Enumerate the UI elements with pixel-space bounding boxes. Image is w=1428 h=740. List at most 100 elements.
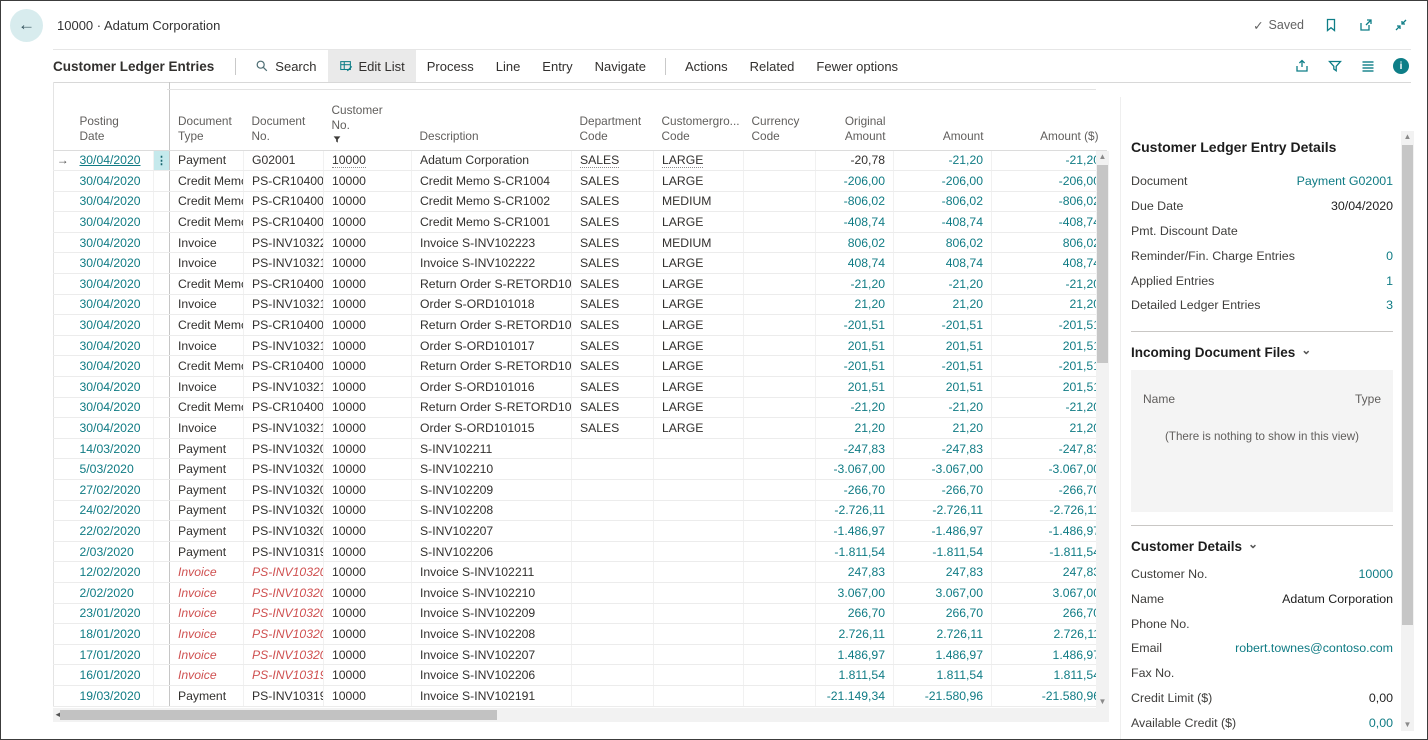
cell-document-no[interactable]: PS-CR104007 — [244, 171, 324, 192]
table-row[interactable]: 30/04/2020InvoicePS-INV10321710000Order … — [54, 335, 1107, 356]
cell-currency-code[interactable] — [744, 397, 816, 418]
cell-document-type[interactable]: Invoice — [170, 582, 244, 603]
cell-posting-date[interactable]: 17/01/2020 — [72, 644, 154, 665]
cell-description[interactable]: S-INV102206 — [412, 541, 572, 562]
cell-amount-usd[interactable]: 201,51 — [992, 335, 1107, 356]
cell-posting-date[interactable]: 18/01/2020 — [72, 624, 154, 645]
cell-posting-date[interactable]: 30/04/2020 — [72, 397, 154, 418]
cell-original-amount[interactable]: -21.149,34 — [816, 685, 894, 706]
cell-customergroup-code[interactable] — [654, 582, 744, 603]
cell-department-code[interactable]: SALES — [572, 397, 654, 418]
cell-original-amount[interactable]: 247,83 — [816, 562, 894, 583]
cell-document-type[interactable]: Payment — [170, 438, 244, 459]
cell-customer-no[interactable]: 10000 — [324, 397, 412, 418]
cell-original-amount[interactable]: 1.811,54 — [816, 665, 894, 686]
cell-department-code[interactable]: SALES — [572, 232, 654, 253]
cell-description[interactable]: Credit Memo S-CR1001 — [412, 212, 572, 233]
table-row[interactable]: 24/02/2020PaymentPS-INV10320110000S-INV1… — [54, 500, 1107, 521]
cell-description[interactable]: Order S-ORD101015 — [412, 418, 572, 439]
cell-customergroup-code[interactable] — [654, 685, 744, 706]
cell-amount-usd[interactable]: 247,83 — [992, 562, 1107, 583]
cell-customergroup-code[interactable]: LARGE — [654, 397, 744, 418]
cell-document-no[interactable]: PS-INV103201 — [244, 500, 324, 521]
table-row[interactable]: 30/04/2020InvoicePS-INV10322010000Invoic… — [54, 232, 1107, 253]
cell-document-no[interactable]: PS-INV103220 — [244, 232, 324, 253]
cell-original-amount[interactable]: -2.726,11 — [816, 500, 894, 521]
cell-department-code[interactable]: SALES — [572, 171, 654, 192]
cell-amount[interactable]: 3.067,00 — [894, 582, 992, 603]
cell-customergroup-code[interactable]: LARGE — [654, 294, 744, 315]
cell-customer-no[interactable]: 10000 — [324, 480, 412, 501]
cell-document-type[interactable]: Invoice — [170, 665, 244, 686]
cell-customergroup-code[interactable]: LARGE — [654, 212, 744, 233]
cell-document-type[interactable]: Credit Memo — [170, 315, 244, 336]
cell-description[interactable]: Invoice S-INV102191 — [412, 685, 572, 706]
cell-description[interactable]: Invoice S-INV102207 — [412, 644, 572, 665]
cell-posting-date[interactable]: 27/02/2020 — [72, 480, 154, 501]
cell-currency-code[interactable] — [744, 315, 816, 336]
cell-department-code[interactable]: SALES — [572, 274, 654, 295]
cell-document-no[interactable]: PS-INV103203 — [244, 459, 324, 480]
column-header-custno[interactable]: Customer No. — [324, 82, 412, 150]
cell-amount[interactable]: -1.486,97 — [894, 521, 992, 542]
cell-amount-usd[interactable]: -2.726,11 — [992, 500, 1107, 521]
cell-department-code[interactable]: SALES — [572, 191, 654, 212]
cell-currency-code[interactable] — [744, 480, 816, 501]
cell-description[interactable]: Order S-ORD101017 — [412, 335, 572, 356]
cell-currency-code[interactable] — [744, 500, 816, 521]
column-header-group[interactable]: Customergro...Code — [654, 82, 744, 150]
column-header-amtusd[interactable]: Amount ($) — [992, 82, 1107, 150]
cell-original-amount[interactable]: 408,74 — [816, 253, 894, 274]
cell-original-amount[interactable]: 201,51 — [816, 335, 894, 356]
cell-amount[interactable]: 2.726,11 — [894, 624, 992, 645]
cell-customer-no[interactable]: 10000 — [324, 191, 412, 212]
cell-currency-code[interactable] — [744, 562, 816, 583]
table-row[interactable]: 30/04/2020Credit MemoPS-CR10400410000Ret… — [54, 274, 1107, 295]
cell-department-code[interactable]: SALES — [572, 418, 654, 439]
cell-currency-code[interactable] — [744, 438, 816, 459]
cell-document-type[interactable]: Payment — [170, 459, 244, 480]
cell-currency-code[interactable] — [744, 644, 816, 665]
cell-currency-code[interactable] — [744, 253, 816, 274]
cell-customer-no[interactable]: 10000 — [324, 335, 412, 356]
cell-currency-code[interactable] — [744, 603, 816, 624]
cell-description[interactable]: Return Order S-RETORD1002 — [412, 397, 572, 418]
cell-document-no[interactable]: PS-INV103215 — [244, 418, 324, 439]
cell-department-code[interactable] — [572, 603, 654, 624]
cell-original-amount[interactable]: 21,20 — [816, 418, 894, 439]
column-header-desc[interactable]: Description — [412, 82, 572, 150]
scroll-up-icon[interactable]: ▲ — [1096, 151, 1109, 163]
field-value[interactable]: 0 — [1386, 249, 1393, 263]
table-row[interactable]: 30/04/2020Credit MemoPS-CR10400710000Cre… — [54, 171, 1107, 192]
cell-document-no[interactable]: PS-INV103217 — [244, 335, 324, 356]
cell-currency-code[interactable] — [744, 356, 816, 377]
cell-original-amount[interactable]: -408,74 — [816, 212, 894, 233]
cell-document-no[interactable]: PS-INV103199 — [244, 541, 324, 562]
table-row[interactable]: 16/01/2020InvoicePS-INV10319910000Invoic… — [54, 665, 1107, 686]
cell-customer-no[interactable]: 10000 — [324, 356, 412, 377]
cell-document-type[interactable]: Invoice — [170, 253, 244, 274]
cell-document-no[interactable]: PS-INV103203 — [244, 582, 324, 603]
cell-currency-code[interactable] — [744, 521, 816, 542]
cell-posting-date[interactable]: 19/03/2020 — [72, 685, 154, 706]
cell-document-type[interactable]: Credit Memo — [170, 191, 244, 212]
cell-customer-no[interactable]: 10000 — [324, 665, 412, 686]
cell-department-code[interactable] — [572, 541, 654, 562]
cell-customer-no[interactable]: 10000 — [324, 582, 412, 603]
cell-document-type[interactable]: Payment — [170, 150, 244, 171]
cell-customergroup-code[interactable]: LARGE — [654, 253, 744, 274]
menu-item-actions[interactable]: Actions — [674, 50, 739, 82]
cell-posting-date[interactable]: 30/04/2020 — [72, 191, 154, 212]
list-view-icon[interactable] — [1360, 58, 1376, 74]
cell-customergroup-code[interactable] — [654, 541, 744, 562]
menu-item-navigate[interactable]: Navigate — [584, 50, 657, 82]
cell-customer-no[interactable]: 10000 — [324, 459, 412, 480]
cell-original-amount[interactable]: 806,02 — [816, 232, 894, 253]
horizontal-scroll-thumb[interactable] — [60, 710, 497, 720]
cell-document-type[interactable]: Credit Memo — [170, 356, 244, 377]
cell-amount[interactable]: -21,20 — [894, 274, 992, 295]
cell-original-amount[interactable]: -3.067,00 — [816, 459, 894, 480]
cell-original-amount[interactable]: 21,20 — [816, 294, 894, 315]
cell-document-type[interactable]: Invoice — [170, 335, 244, 356]
cell-amount[interactable]: -201,51 — [894, 356, 992, 377]
